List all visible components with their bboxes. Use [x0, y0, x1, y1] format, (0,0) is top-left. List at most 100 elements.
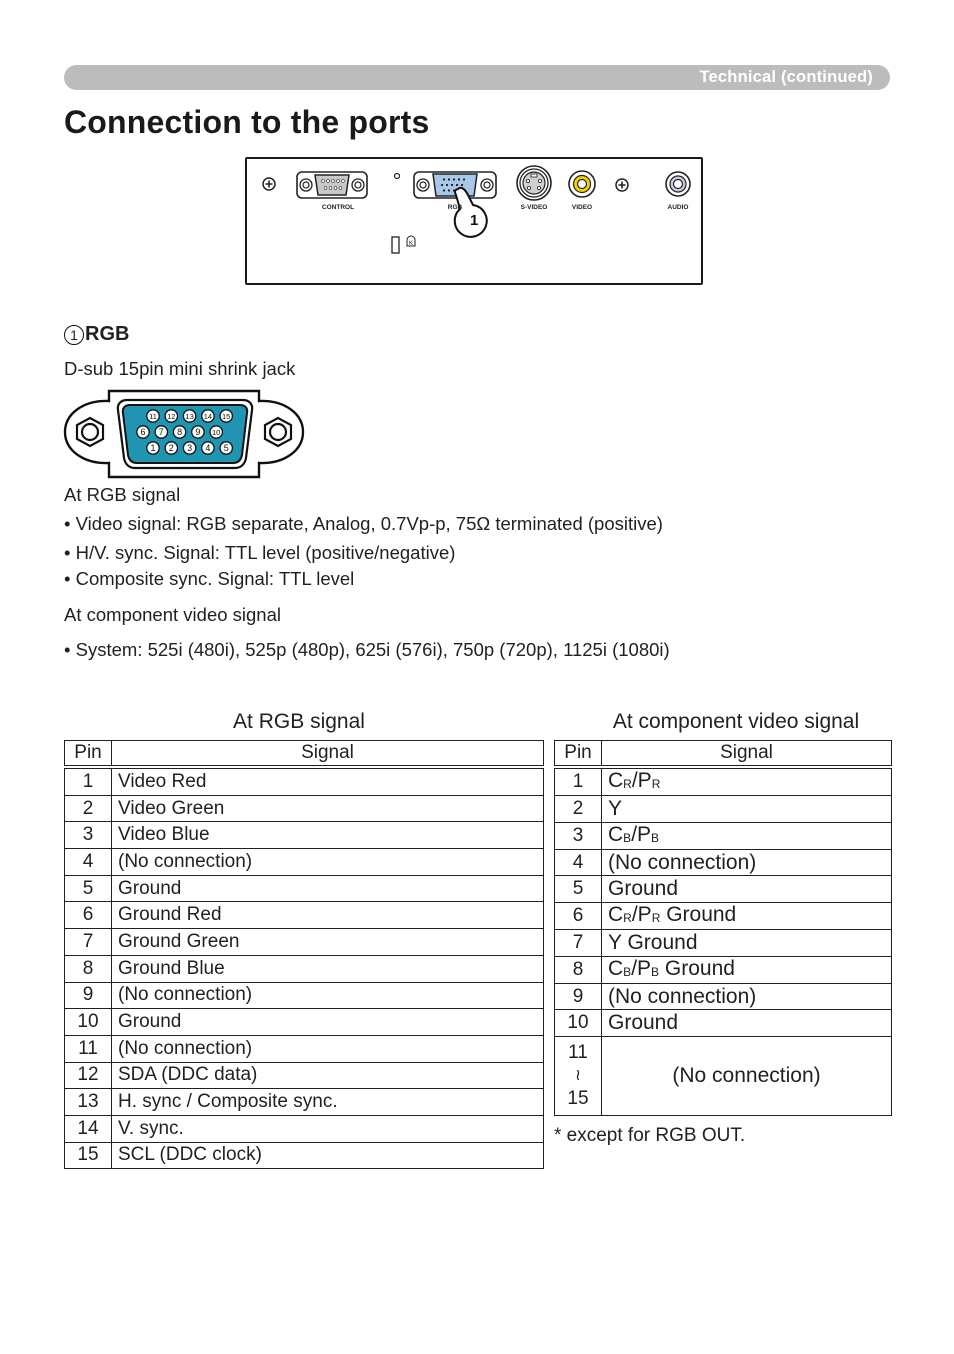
pin-number: 13: [185, 412, 193, 421]
kensington-lock-icon: K: [406, 235, 416, 247]
pin-number: 3: [187, 443, 192, 453]
connector-pin: 15: [219, 409, 234, 423]
circled-number: 1: [64, 324, 84, 345]
signal-text: Y: [608, 796, 623, 820]
rgb-bullet: • Video signal: RGB separate, Analog, 0.…: [64, 513, 663, 534]
signal-text: /P: [631, 769, 652, 792]
signal-cell: Y: [601, 795, 892, 823]
svg-text:K: K: [409, 241, 413, 247]
signal-text: Ground: [659, 956, 735, 980]
pin-number-cell: 1: [554, 766, 602, 796]
pin-number-cell: 10: [64, 1008, 112, 1036]
signal-text: /P: [631, 956, 652, 980]
signal-cell: CR/PR Ground: [601, 902, 892, 931]
signal-text: Ground: [608, 1011, 679, 1035]
column-header-pin: Pin: [554, 740, 602, 769]
pin-number-cell: 6: [554, 902, 602, 931]
signal-cell: (No connection): [111, 848, 544, 876]
connector-pin: 3: [182, 441, 197, 455]
signal-cell: Ground: [111, 1008, 544, 1036]
connector-pin: 11: [146, 409, 160, 423]
pin-number-cell: 14: [64, 1114, 112, 1143]
signal-cell: V. sync.: [111, 1114, 544, 1143]
signal-text: Ground: [660, 903, 737, 927]
signal-cell: Ground Red: [111, 901, 544, 930]
video-port-icon: [568, 170, 596, 198]
pin-number-cell: 1: [64, 766, 112, 796]
signal-cell: SDA (DDC data): [111, 1061, 544, 1090]
signal-cell: (No connection): [601, 1036, 892, 1117]
signal-cell: (No connection): [111, 1034, 544, 1063]
signal-cell: Ground Blue: [111, 954, 544, 983]
connector-pin: 13: [182, 409, 197, 423]
pin-number-cell: 11: [64, 1034, 112, 1063]
signal-subscript: B: [651, 964, 660, 979]
connector-pin: 5: [219, 441, 234, 455]
signal-cell: Ground: [601, 875, 892, 904]
audio-port-icon: [665, 171, 691, 197]
signal-cell: Ground: [601, 1009, 892, 1038]
signal-subscript: B: [651, 830, 660, 845]
column-header-signal: Signal: [601, 740, 892, 769]
table-row: 7Y Ground: [554, 929, 892, 957]
hex-nut-icon: [263, 416, 293, 448]
connector-pin: 8: [172, 425, 187, 439]
signal-cell: Ground: [111, 874, 544, 903]
connector-pin: 2: [164, 441, 179, 455]
connector-pin: 14: [201, 409, 215, 423]
component-pin-table: Pin Signal 1 CR/PR 2 Y 3 CB/PB 4 (No connection…: [554, 740, 892, 1117]
pin-number: 14: [204, 412, 212, 421]
component-bullet: • System: 525i (480i), 525p (480p), 625i…: [64, 639, 670, 660]
s-video-port-icon: [516, 165, 552, 201]
pin-number-cell: 12: [64, 1061, 112, 1090]
pin-number-cell: 5: [554, 875, 602, 904]
table-header-row: Pin Signal: [64, 740, 544, 769]
pin-number: 4: [205, 443, 210, 453]
pin-number-cell: 7: [64, 928, 112, 956]
signal-subscript: B: [623, 964, 632, 979]
hex-nut-icon: [75, 416, 105, 448]
pin-number-cell: 15: [64, 1141, 112, 1170]
rgb-bullet: • H/V. sync. Signal: TTL level (positive…: [64, 542, 456, 563]
signal-cell: H. sync / Composite sync.: [111, 1088, 544, 1116]
callout-number: 1: [470, 212, 479, 229]
pin-number-cell: 4: [64, 848, 112, 876]
column-header-signal: Signal: [111, 740, 544, 769]
connector-pin: 1: [146, 441, 160, 455]
rgb-heading-text: RGB: [85, 323, 130, 345]
pin-number-cell: 2: [64, 794, 112, 823]
signal-text: C: [608, 903, 624, 927]
signal-cell: Video Blue: [111, 821, 544, 850]
table-row: 6 CR/PR Ground: [554, 902, 892, 931]
table-row-range: 11 ≀ 15 (No connection): [554, 1036, 892, 1117]
signal-subscript: R: [623, 911, 632, 926]
pin-number: 6: [140, 427, 145, 437]
table-row: 6 Ground Red: [64, 901, 544, 930]
pin-number-cell: 3: [64, 821, 112, 850]
table-header-row: Pin Signal: [554, 740, 892, 769]
control-port-icon: [296, 171, 368, 199]
page-title: Connection to the ports: [64, 104, 430, 140]
pin-number-cell: 5: [64, 874, 112, 903]
connector-pin: 9: [191, 425, 205, 439]
pin-number: 8: [177, 427, 182, 437]
connector-pin: 12: [164, 409, 179, 423]
signal-text: (No connection): [608, 984, 757, 1008]
signal-cell: (No connection): [601, 982, 892, 1011]
signal-subscript: B: [623, 830, 632, 845]
table-row: 4 (No connection): [64, 848, 544, 876]
rgb-bullet: • Composite sync. Signal: TTL level: [64, 568, 355, 589]
signal-cell: Ground Green: [111, 928, 544, 956]
range-symbol: ≀: [575, 1067, 581, 1085]
table-row: 2Y: [554, 795, 892, 823]
pin-number-cell: 3: [554, 821, 602, 850]
pin-number: 15: [222, 412, 230, 421]
signal-text: C: [608, 956, 624, 980]
at-component-signal-heading: At component video signal: [64, 604, 281, 625]
s-video-port-label: S-VIDEO: [520, 204, 548, 211]
pin-number: 15: [567, 1088, 589, 1110]
pin-number: 9: [195, 427, 200, 437]
signal-text: C: [608, 769, 624, 792]
connector-pin: 7: [154, 425, 169, 439]
table-row: 10 Ground: [64, 1008, 544, 1036]
